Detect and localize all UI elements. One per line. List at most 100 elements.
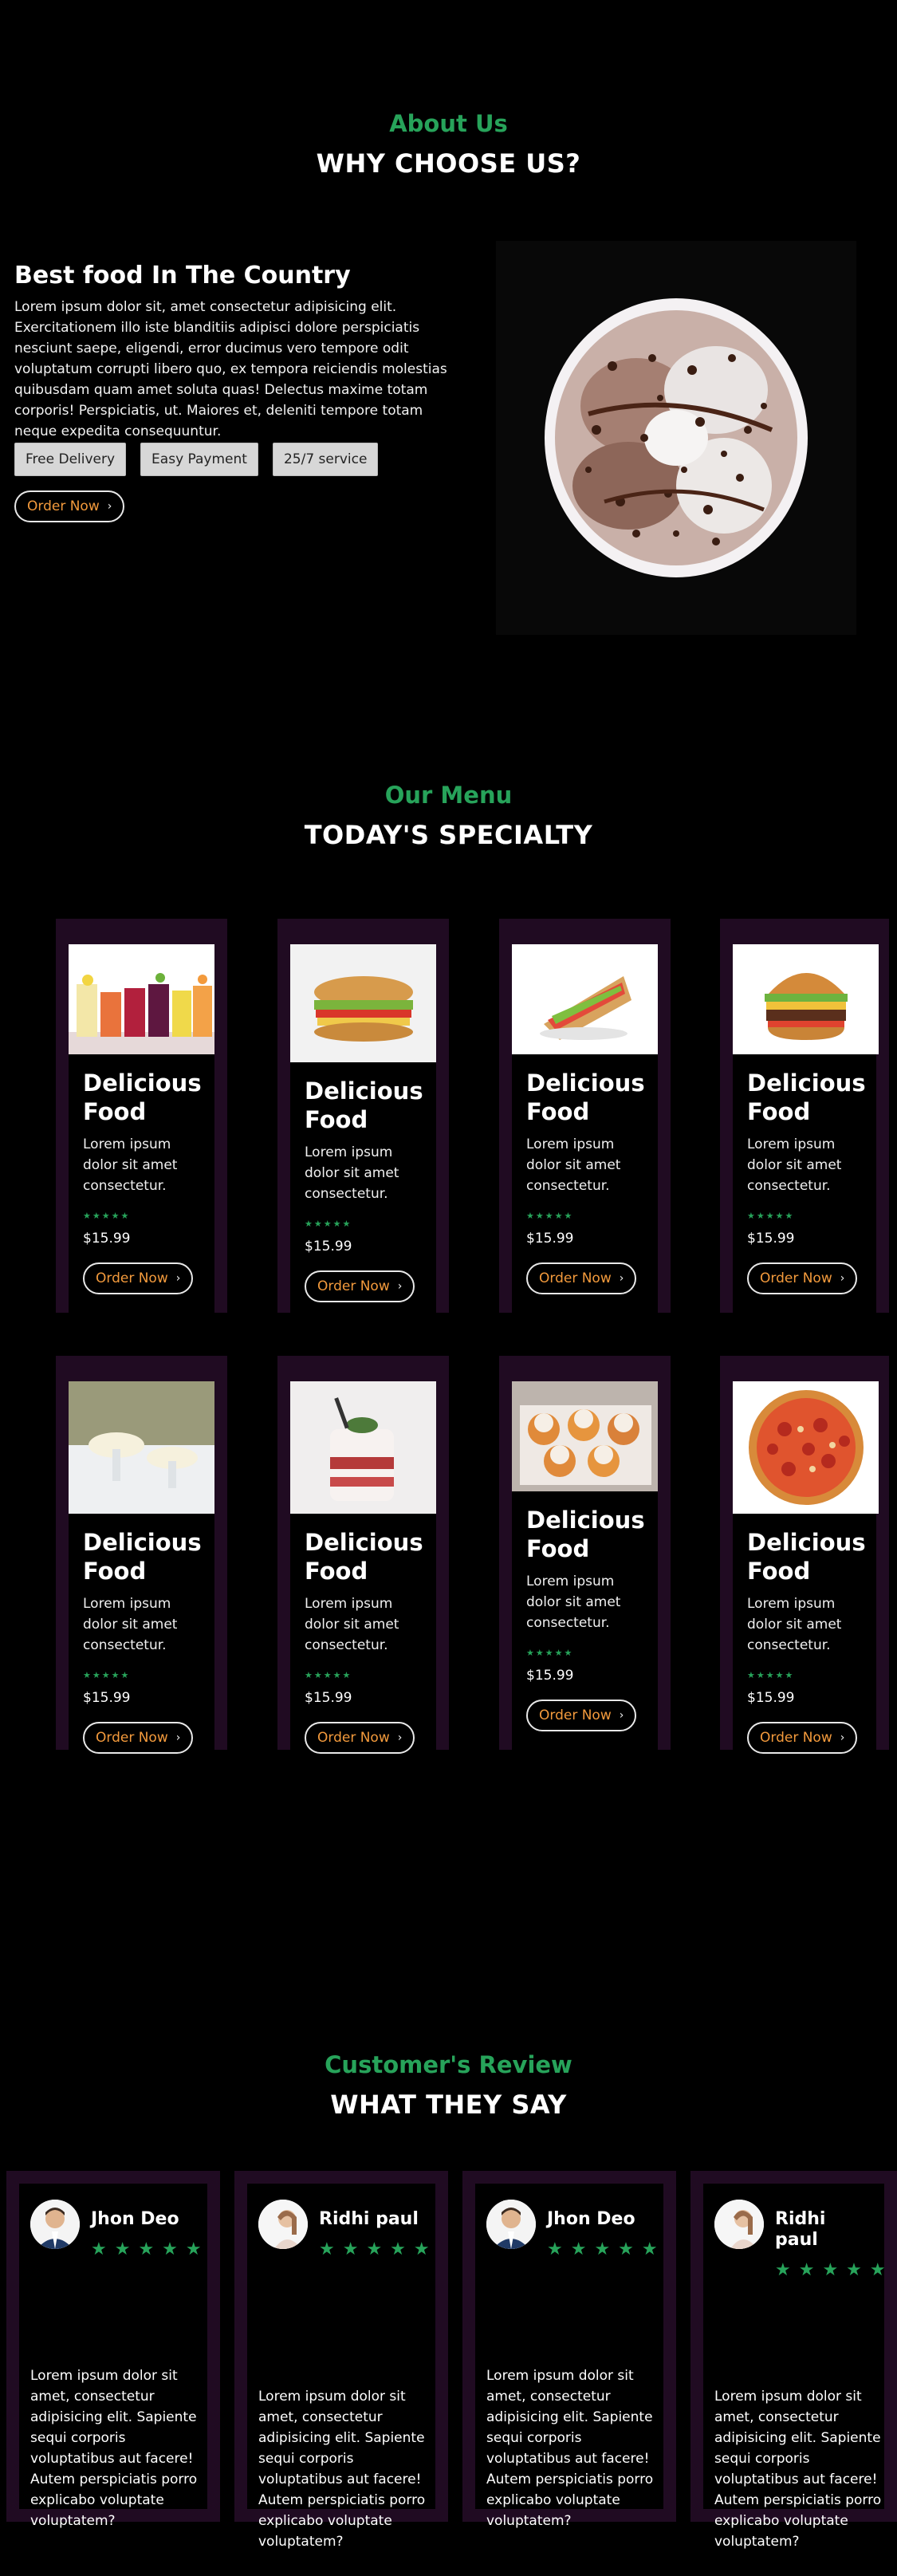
rating-stars: ★★★★★ — [91, 2239, 210, 2259]
review-card: Jhon Deo ★★★★★ Lorem ipsum dolor sit ame… — [462, 2171, 676, 2529]
menu-card: Delicious Food Lorem ipsum dolor sit ame… — [277, 1356, 449, 1754]
card-price: $15.99 — [747, 1231, 795, 1247]
card-title: Delicious Food — [526, 1507, 645, 1562]
about-heading: WHY CHOOSE US? — [316, 148, 581, 179]
card-image-pizza — [733, 1381, 879, 1514]
order-label: Order Now — [760, 1730, 832, 1746]
order-label: Order Now — [760, 1270, 832, 1286]
order-label: Order Now — [317, 1730, 390, 1746]
chevron-right-icon: › — [840, 1731, 845, 1744]
rating-stars: ★★★★★ — [747, 1670, 795, 1680]
card-title: Delicious Food — [305, 1529, 423, 1585]
menu-card: Delicious Food Lorem ipsum dolor sit ame… — [56, 919, 227, 1313]
card-description: Lorem ipsum dolor sit amet consectetur. — [747, 1136, 842, 1194]
rating-stars: ★★★★★ — [547, 2239, 666, 2259]
chevron-right-icon: › — [619, 1709, 624, 1722]
order-label: Order Now — [96, 1270, 168, 1286]
chevron-right-icon: › — [397, 1731, 403, 1744]
order-label: Order Now — [539, 1270, 612, 1286]
review-text: Lorem ipsum dolor sit amet, consectetur … — [714, 2389, 882, 2550]
card-image-peach-scoops — [512, 1381, 658, 1491]
card-price: $15.99 — [305, 1239, 352, 1255]
card-price: $15.99 — [526, 1668, 574, 1684]
reviewer-name: Jhon Deo — [91, 2209, 179, 2229]
card-title: Delicious Food — [747, 1529, 866, 1585]
woman-avatar-icon — [714, 2200, 764, 2249]
review-text: Lorem ipsum dolor sit amet, consectetur … — [486, 2368, 654, 2529]
order-now-button[interactable]: Order Now › — [747, 1722, 858, 1754]
reviews-kicker: Customer's Review — [325, 2051, 572, 2078]
ice-cream-bowl-image — [545, 298, 808, 577]
card-title: Delicious Food — [83, 1529, 202, 1585]
about-order-button[interactable]: Order Now › — [14, 490, 125, 522]
card-title: Delicious Food — [305, 1077, 423, 1133]
chevron-right-icon: › — [619, 1272, 624, 1285]
menu-card: Delicious Food Lorem ipsum dolor sit ame… — [277, 919, 449, 1313]
menu-kicker: Our Menu — [384, 782, 513, 809]
order-label: Order Now — [539, 1707, 612, 1723]
rating-stars: ★★★★★ — [83, 1211, 131, 1221]
menu-card: Delicious Food Lorem ipsum dolor sit ame… — [720, 1356, 889, 1754]
order-label: Order Now — [27, 498, 100, 514]
order-label: Order Now — [317, 1278, 390, 1294]
card-price: $15.99 — [305, 1690, 352, 1706]
rating-stars: ★★★★★ — [526, 1648, 574, 1658]
review-card: Ridhi paul ★★★★★ Lorem ipsum dolor sit a… — [690, 2171, 897, 2550]
feature-list: Free Delivery Easy Payment 25/7 service — [14, 443, 379, 476]
card-description: Lorem ipsum dolor sit amet consectetur. — [305, 1144, 399, 1202]
card-image-club-sandwich — [512, 944, 658, 1054]
order-now-button[interactable]: Order Now › — [526, 1262, 637, 1294]
avatar — [30, 2200, 80, 2249]
about-kicker: About Us — [389, 110, 508, 137]
rating-stars: ★★★★★ — [83, 1670, 131, 1680]
card-image-dessert-cup — [290, 1381, 436, 1514]
order-now-button[interactable]: Order Now › — [83, 1722, 194, 1754]
card-description: Lorem ipsum dolor sit amet consectetur. — [747, 1596, 842, 1653]
woman-avatar-icon — [258, 2200, 308, 2249]
feature-easy-payment: Easy Payment — [140, 443, 258, 476]
rating-stars: ★★★★★ — [305, 1219, 352, 1229]
card-title: Delicious Food — [526, 1069, 645, 1125]
menu-card: Delicious Food Lorem ipsum dolor sit ame… — [720, 919, 889, 1313]
man-avatar-icon — [30, 2200, 80, 2249]
card-image-burger — [733, 944, 879, 1054]
feature-service: 25/7 service — [272, 443, 379, 476]
card-price: $15.99 — [526, 1231, 574, 1247]
card-price: $15.99 — [83, 1231, 131, 1247]
avatar — [258, 2200, 308, 2249]
menu-header: Our Menu TODAY'S SPECIALTY — [0, 782, 897, 850]
about-image — [496, 241, 856, 635]
order-now-button[interactable]: Order Now › — [747, 1262, 858, 1294]
order-label: Order Now — [96, 1730, 168, 1746]
card-image-juices — [69, 944, 214, 1054]
card-price: $15.99 — [83, 1690, 131, 1706]
menu-card: Delicious Food Lorem ipsum dolor sit ame… — [499, 919, 671, 1313]
rating-stars: ★★★★★ — [526, 1211, 574, 1221]
card-description: Lorem ipsum dolor sit amet consectetur. — [305, 1596, 399, 1653]
rating-stars: ★★★★★ — [775, 2260, 894, 2280]
reviewer-name: Jhon Deo — [547, 2209, 635, 2229]
card-price: $15.99 — [747, 1690, 795, 1706]
avatar — [486, 2200, 536, 2249]
chevron-right-icon: › — [175, 1272, 181, 1285]
reviews-heading: WHAT THEY SAY — [330, 2090, 567, 2120]
rating-stars: ★★★★★ — [305, 1670, 352, 1680]
card-description: Lorem ipsum dolor sit amet consectetur. — [526, 1574, 621, 1631]
order-now-button[interactable]: Order Now › — [305, 1270, 415, 1302]
order-now-button[interactable]: Order Now › — [526, 1700, 637, 1731]
avatar — [714, 2200, 764, 2249]
feature-free-delivery: Free Delivery — [14, 443, 127, 476]
order-now-button[interactable]: Order Now › — [83, 1262, 194, 1294]
order-now-button[interactable]: Order Now › — [305, 1722, 415, 1754]
reviewer-name: Ridhi paul — [319, 2209, 419, 2229]
man-avatar-icon — [486, 2200, 536, 2249]
card-description: Lorem ipsum dolor sit amet consectetur. — [83, 1136, 178, 1194]
review-text: Lorem ipsum dolor sit amet, consectetur … — [30, 2368, 198, 2529]
card-image-sandwich — [290, 944, 436, 1062]
menu-card: Delicious Food Lorem ipsum dolor sit ame… — [56, 1356, 227, 1754]
card-title: Delicious Food — [747, 1069, 866, 1125]
about-text: Lorem ipsum dolor sit, amet consectetur … — [14, 299, 447, 439]
reviewer-name: Ridhi paul — [775, 2209, 826, 2250]
about-header: About Us WHY CHOOSE US? — [0, 110, 897, 179]
chevron-right-icon: › — [107, 500, 112, 513]
